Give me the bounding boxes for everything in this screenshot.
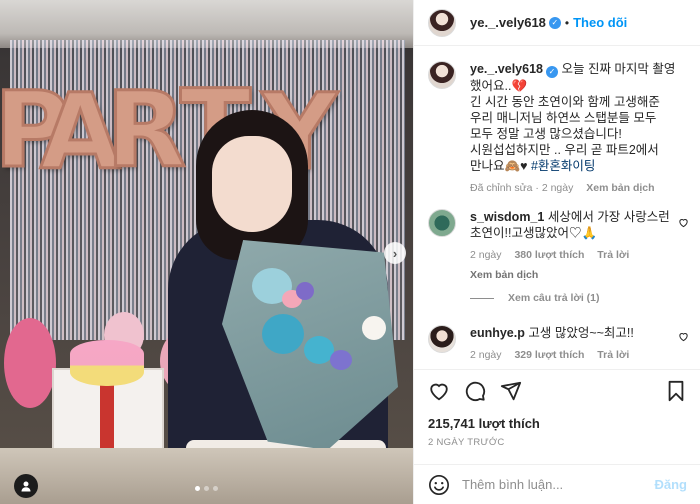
comment-like-heart-icon[interactable] (678, 217, 689, 228)
verified-badge-icon: ✓ (546, 66, 558, 78)
flower-white (362, 316, 386, 340)
add-comment-bar: Thêm bình luận... Đăng (414, 464, 700, 504)
comment-text: 고생 많았엉~~최고!! (528, 326, 634, 340)
avatar[interactable] (428, 325, 456, 353)
share-send-icon[interactable] (500, 380, 522, 402)
caption-username[interactable]: ye._.vely618 (470, 62, 543, 76)
comment-input[interactable]: Thêm bình luận... (462, 477, 655, 492)
carousel-dot (213, 486, 218, 491)
reply-button[interactable]: Trả lời (597, 249, 629, 261)
comment-username[interactable]: s_wisdom_1 (470, 210, 544, 224)
likes-count[interactable]: 215,741 lượt thích (428, 416, 540, 431)
divider-line (470, 297, 494, 299)
comment-likes[interactable]: 380 lượt thích (514, 249, 584, 261)
comments-list[interactable]: ye._.vely618 ✓ 오늘 진짜 마지막 촬영 했어요..💔 긴 시간 동… (414, 47, 700, 369)
caption-text-line: 했어요..💔 (470, 79, 528, 93)
post-timestamp[interactable]: 2 NGÀY TRƯỚC (428, 437, 505, 448)
avatar[interactable] (428, 8, 456, 37)
comment-time[interactable]: 2 ngày (470, 249, 502, 261)
bookmark-icon[interactable] (666, 380, 686, 402)
balloon-letter-r: R (104, 69, 187, 191)
comment-item: eunhye.p 고생 많았엉~~최고!! 2 ngày 329 lượt th… (428, 325, 634, 363)
cake (70, 340, 144, 386)
flower-purple (296, 282, 314, 300)
like-heart-icon[interactable] (428, 380, 450, 402)
comment-text: 초연이!!고생많았어♡🙏 (470, 226, 598, 240)
caption-text-line: 긴 시간 동안 초연이와 함께 고생해준 (470, 95, 660, 109)
comment-username[interactable]: eunhye.p (470, 326, 525, 340)
post-comment-button[interactable]: Đăng (655, 477, 688, 492)
caption-text-line: 만나요🙈♥ (470, 159, 531, 173)
chevron-right-icon: › (392, 245, 398, 261)
avatar[interactable] (428, 61, 456, 89)
comment-text: 세상에서 가장 사랑스런 (547, 210, 670, 224)
follow-button[interactable]: Theo dõi (573, 15, 627, 30)
flower-violet (330, 350, 352, 370)
view-replies-button[interactable]: Xem câu trả lời (1) (470, 292, 600, 304)
caption-text-line: 우리 매니저님 하연쓰 스탭분들 모두 (470, 111, 657, 125)
caption-text-line: 시원섭섭하지만 .. 우리 곧 파트2에서 (470, 143, 659, 157)
caption: ye._.vely618 ✓ 오늘 진짜 마지막 촬영 했어요..💔 긴 시간 동… (428, 61, 675, 196)
caption-translate-link[interactable]: Xem bản dịch (586, 182, 654, 194)
post-side-panel: ye._.vely618 ✓ • Theo dõi ye._.vely618 ✓ … (413, 0, 700, 504)
edited-label: Đã chỉnh sửa (470, 182, 533, 194)
header-separator: • (564, 15, 570, 30)
reply-button[interactable]: Trả lời (597, 349, 629, 361)
person-face (212, 136, 292, 232)
post-header: ye._.vely618 ✓ • Theo dõi (414, 0, 700, 46)
header-username[interactable]: ye._.vely618 (470, 15, 546, 30)
carousel-indicator (0, 486, 413, 491)
carousel-dot (195, 486, 200, 491)
carousel-dot (204, 486, 209, 491)
caption-text-line: 모두 정말 고생 많으셨습니다! (470, 127, 622, 141)
comment-likes[interactable]: 329 lượt thích (514, 349, 584, 361)
flower-teal (262, 314, 304, 354)
view-replies-label: Xem câu trả lời (1) (508, 292, 600, 304)
verified-badge-icon: ✓ (548, 16, 561, 29)
caption-time[interactable]: 2 ngày (542, 182, 574, 194)
car-bumper (0, 448, 413, 504)
avatar[interactable] (428, 209, 456, 237)
pink-balloon (4, 318, 56, 408)
comment-time[interactable]: 2 ngày (470, 349, 502, 361)
carousel-next-button[interactable]: › (384, 242, 406, 264)
comment-translate-link[interactable]: Xem bản dịch (470, 267, 670, 283)
emoji-icon[interactable] (428, 474, 450, 496)
comment-like-heart-icon[interactable] (678, 331, 689, 342)
hashtag-link[interactable]: #환혼화이팅 (531, 159, 595, 173)
post-photo[interactable]: P A R T Y › (0, 0, 413, 504)
caption-text-line: 오늘 진짜 마지막 촬영 (561, 62, 676, 76)
post-actions: 215,741 lượt thích 2 NGÀY TRƯỚC (414, 369, 700, 459)
comment-item: s_wisdom_1 세상에서 가장 사랑스런 초연이!!고생많았어♡🙏 2 n… (428, 209, 670, 283)
comment-bubble-icon[interactable] (464, 380, 486, 402)
